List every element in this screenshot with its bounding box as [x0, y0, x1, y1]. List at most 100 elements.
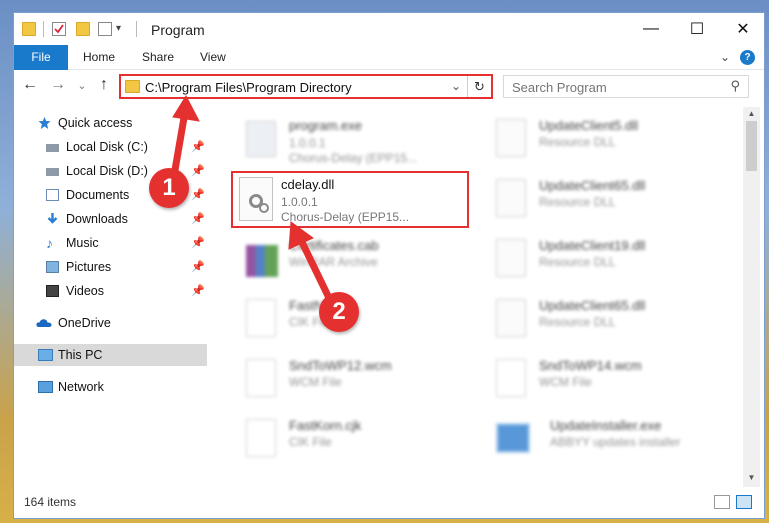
address-bar[interactable]: C:\Program Files\Program Directory ⌄ ↻ [119, 74, 493, 99]
properties-icon[interactable] [52, 22, 66, 36]
tab-view[interactable]: View [200, 45, 226, 70]
search-input[interactable] [512, 77, 722, 97]
scroll-up-icon[interactable]: ▲ [743, 109, 760, 118]
file-item-highlighted[interactable]: cdelay.dll 1.0.0.1 Chorus-Delay (EPP15..… [231, 171, 469, 228]
file-item[interactable]: Certificates.cab WinRAR Archive [238, 233, 478, 289]
file-name: SndToWP12.wcm [289, 358, 392, 373]
tab-share[interactable]: Share [142, 45, 174, 70]
sidebar-item-downloads[interactable]: Downloads 📌 [14, 208, 207, 230]
separator [136, 21, 137, 37]
vertical-scrollbar[interactable]: ▲ ▼ [743, 107, 760, 487]
sidebar-item-this-pc[interactable]: This PC [14, 344, 207, 366]
search-box[interactable]: ⚲ [503, 75, 749, 98]
sidebar-item-pictures[interactable]: Pictures 📌 [14, 256, 207, 278]
explorer-window: ▾ Program — ☐ ✕ File Home Share View ⌄ ?… [13, 12, 765, 519]
file-description: Chorus-Delay (EPP15... [289, 151, 418, 165]
file-item[interactable]: UpdateClient65.dll Resource DLL [488, 293, 728, 349]
tiles-view-icon[interactable] [736, 495, 752, 509]
title-bar: ▾ Program — ☐ ✕ [14, 13, 764, 45]
search-icon[interactable]: ⚲ [730, 78, 740, 94]
scroll-down-icon[interactable]: ▼ [743, 473, 760, 482]
separator [43, 21, 44, 37]
sidebar-item-local-disk-c[interactable]: Local Disk (C:) 📌 [14, 136, 207, 158]
file-item[interactable]: UpdateClient5.dll Resource DLL [488, 113, 728, 169]
file-description: Chorus-Delay (EPP15... [281, 210, 410, 224]
folder-icon [22, 22, 36, 36]
forward-button[interactable]: → [48, 76, 68, 94]
pin-icon[interactable]: 📌 [191, 184, 205, 206]
pin-icon[interactable]: 📌 [191, 256, 205, 278]
file-item[interactable]: UpdateClient65.dll Resource DLL [488, 173, 728, 229]
sidebar-item-music[interactable]: ♪ Music 📌 [14, 232, 207, 254]
tab-file[interactable]: File [14, 45, 68, 70]
navigation-bar: ← → ⌄ ↑ C:\Program Files\Program Directo… [14, 70, 764, 102]
new-folder-icon[interactable] [76, 22, 90, 36]
sidebar-item-label: Local Disk (D:) [66, 164, 148, 178]
dll-icon [496, 299, 526, 337]
computer-icon [38, 349, 53, 361]
file-description: WinRAR Archive [289, 255, 378, 269]
close-button[interactable]: ✕ [720, 13, 764, 45]
tab-home[interactable]: Home [83, 45, 115, 70]
recent-locations-button[interactable]: ⌄ [72, 79, 92, 92]
file-name: cdelay.dll [281, 177, 335, 192]
music-icon: ♪ [46, 235, 53, 251]
chevron-down-icon[interactable]: ▾ [116, 22, 130, 36]
file-name: UpdateClient65.dll [539, 178, 646, 193]
file-item[interactable]: FastKorn.cjk CIK File [238, 413, 478, 469]
file-item[interactable]: UpdateClient19.dll Resource DLL [488, 233, 728, 289]
file-name: UpdateInstaller.exe [550, 418, 662, 433]
sidebar-item-quick-access[interactable]: Quick access [14, 112, 207, 134]
file-item[interactable]: FastNo... CIK File [238, 293, 478, 349]
pin-icon[interactable]: 📌 [191, 280, 205, 302]
sidebar-item-videos[interactable]: Videos 📌 [14, 280, 207, 302]
file-description: Resource DLL [539, 315, 616, 329]
file-icon [246, 419, 276, 457]
dll-icon [239, 177, 273, 221]
help-icon[interactable]: ? [740, 50, 755, 65]
drive-icon [46, 168, 59, 176]
sidebar-item-label: Quick access [58, 116, 133, 130]
address-path[interactable]: C:\Program Files\Program Directory [145, 80, 352, 95]
file-name: program.exe [289, 118, 362, 133]
file-name: UpdateClient65.dll [539, 298, 646, 313]
file-description: Resource DLL [539, 135, 616, 149]
item-count: 164 items [24, 495, 77, 509]
file-description: Resource DLL [539, 195, 616, 209]
videos-icon [46, 285, 59, 297]
status-bar: 164 items [14, 491, 764, 518]
refresh-button[interactable]: ↻ [467, 76, 491, 97]
customize-icon[interactable] [98, 22, 112, 36]
scrollbar-thumb[interactable] [746, 121, 757, 171]
sidebar-item-label: Documents [66, 188, 130, 202]
file-icon [246, 359, 276, 397]
navigation-pane: Quick access Local Disk (C:) 📌 Local Dis… [14, 110, 207, 486]
sidebar-item-label: Music [66, 236, 99, 250]
file-item[interactable]: UpdateInstaller.exe ABBYY updates instal… [488, 413, 728, 469]
file-description: CIK File [289, 435, 332, 449]
pin-icon[interactable]: 📌 [191, 232, 205, 254]
details-view-icon[interactable] [714, 495, 730, 509]
minimize-button[interactable]: — [628, 13, 674, 45]
back-button[interactable]: ← [20, 76, 40, 94]
chevron-down-icon[interactable]: ⌄ [451, 79, 461, 93]
sidebar-item-onedrive[interactable]: OneDrive [14, 312, 207, 334]
pin-icon[interactable]: 📌 [191, 208, 205, 230]
file-item[interactable]: program.exe 1.0.0.1 Chorus-Delay (EPP15.… [238, 113, 478, 169]
folder-icon [125, 80, 140, 93]
pin-icon[interactable]: 📌 [191, 160, 205, 182]
file-name: UpdateClient19.dll [539, 238, 646, 253]
up-button[interactable]: ↑ [94, 76, 114, 94]
file-item[interactable]: SndToWP14.wcm WCM File [488, 353, 728, 409]
pin-icon[interactable]: 📌 [191, 136, 205, 158]
cloud-icon [36, 319, 52, 327]
sidebar-item-label: OneDrive [58, 316, 111, 330]
file-item[interactable]: SndToWP12.wcm WCM File [238, 353, 478, 409]
dll-icon [496, 119, 526, 157]
sidebar-item-label: Videos [66, 284, 104, 298]
maximize-button[interactable]: ☐ [674, 13, 720, 45]
file-name: SndToWP14.wcm [539, 358, 642, 373]
ribbon-tabs: File Home Share View ⌄ ? [14, 45, 764, 70]
expand-ribbon-icon[interactable]: ⌄ [720, 50, 730, 64]
sidebar-item-network[interactable]: Network [14, 376, 207, 398]
